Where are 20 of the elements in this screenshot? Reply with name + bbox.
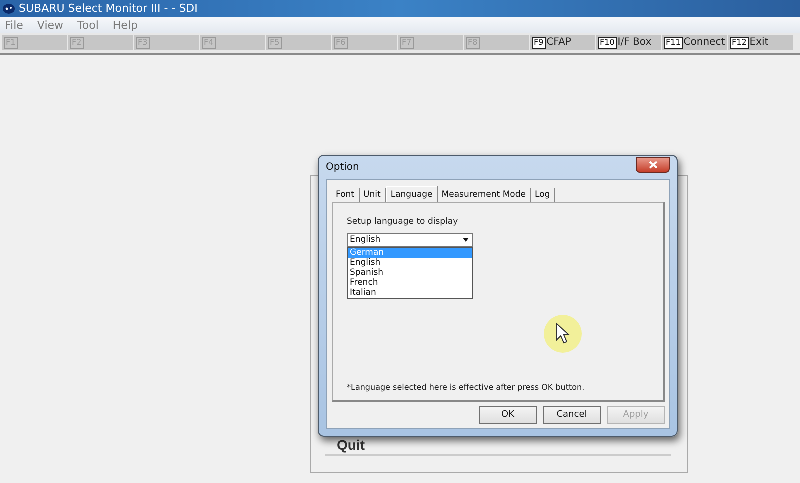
function-key-button[interactable]: F12 Exit [728, 35, 793, 50]
app-logo-icon [3, 2, 15, 14]
dialog-button[interactable]: OK [479, 406, 537, 424]
function-key-button[interactable]: F9 CFAP [530, 35, 595, 50]
close-icon [648, 161, 658, 169]
menu-item[interactable]: View [37, 18, 64, 32]
language-dropdown[interactable]: English [347, 233, 473, 247]
menu-item[interactable]: Tool [78, 18, 99, 32]
dialog-title: Option [326, 162, 360, 173]
prompt-label: Setup language to display [347, 217, 460, 227]
menu-item[interactable]: Help [112, 18, 138, 32]
note-text: *Language selected here is effective after press OK button. [347, 383, 586, 392]
function-key-button[interactable]: F11 Connect [662, 35, 727, 50]
menu-item[interactable]: File [5, 18, 24, 32]
tab[interactable]: Language [386, 186, 438, 202]
window-title: SUBARU Select Monitor III - - SDI [19, 2, 198, 15]
cursor-icon [543, 314, 583, 354]
dialog-button[interactable]: Cancel [543, 406, 601, 424]
function-key-button[interactable]: F10 I/F Box [596, 35, 661, 50]
close-button[interactable] [636, 157, 670, 173]
